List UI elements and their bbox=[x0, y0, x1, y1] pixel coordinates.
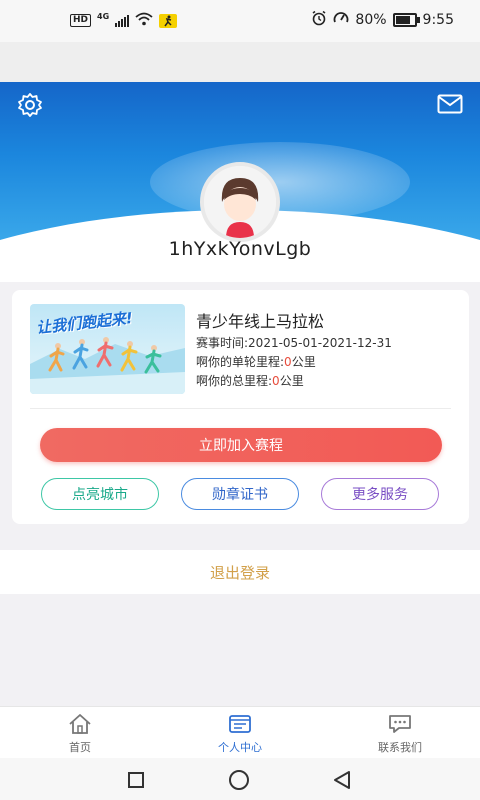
profile-card-icon bbox=[229, 715, 251, 733]
back-triangle-icon[interactable] bbox=[333, 770, 351, 794]
recent-apps-icon[interactable] bbox=[128, 772, 144, 788]
app-notification-icon bbox=[159, 13, 178, 28]
logout-button[interactable]: 退出登录 bbox=[0, 550, 480, 594]
hd-badge: HD bbox=[70, 14, 92, 27]
tab-contact[interactable]: 联系我们 bbox=[350, 713, 450, 755]
event-date: 赛事时间:2021-05-01-2021-12-31 bbox=[196, 334, 392, 351]
username: 1hYxkYonvLgb bbox=[168, 238, 312, 260]
card-divider bbox=[30, 408, 451, 409]
single-distance-label: 啊你的单轮里程: bbox=[196, 355, 285, 369]
clock-time: 9:55 bbox=[422, 12, 454, 28]
more-services-button[interactable]: 更多服务 bbox=[321, 478, 439, 510]
tab-profile-label: 个人中心 bbox=[218, 741, 262, 754]
battery-percent: 80% bbox=[355, 12, 387, 28]
home-icon bbox=[69, 714, 91, 734]
tab-contact-label: 联系我们 bbox=[378, 741, 422, 754]
event-date-value: 2021-05-01-2021-12-31 bbox=[248, 336, 392, 350]
total-distance: 啊你的总里程:0公里 bbox=[196, 372, 304, 389]
wifi-icon bbox=[135, 12, 153, 29]
total-distance-label: 啊你的总里程: bbox=[196, 374, 273, 388]
top-spacer bbox=[0, 42, 480, 82]
network-label: 4G bbox=[97, 12, 110, 21]
settings-gear-icon[interactable] bbox=[17, 92, 43, 118]
single-distance-value: 0 bbox=[284, 355, 292, 369]
speed-icon bbox=[333, 10, 349, 30]
event-card: 让我们跑起来! 青少年线上马拉松 赛事时间:2021-05-01-2021-12… bbox=[12, 290, 469, 524]
system-nav-bar bbox=[0, 758, 480, 800]
light-city-button[interactable]: 点亮城市 bbox=[41, 478, 159, 510]
bottom-tab-bar: 首页 个人中心 联系我们 bbox=[0, 706, 480, 759]
single-distance-unit: 公里 bbox=[291, 355, 316, 369]
tab-home[interactable]: 首页 bbox=[30, 713, 130, 755]
status-right: 80% 9:55 bbox=[311, 10, 454, 30]
home-circle-icon[interactable] bbox=[229, 770, 249, 790]
message-mail-icon[interactable] bbox=[437, 94, 463, 114]
total-distance-value: 0 bbox=[272, 374, 280, 388]
join-event-button[interactable]: 立即加入赛程 bbox=[40, 428, 442, 462]
avatar[interactable] bbox=[200, 162, 280, 242]
battery-icon bbox=[392, 13, 420, 27]
chat-icon bbox=[389, 715, 411, 733]
medal-certificate-button[interactable]: 勋章证书 bbox=[181, 478, 299, 510]
alarm-icon bbox=[311, 10, 327, 30]
tab-profile[interactable]: 个人中心 bbox=[190, 713, 290, 755]
status-bar: HD 4G 80% 9:55 bbox=[0, 0, 480, 42]
event-banner-image[interactable]: 让我们跑起来! bbox=[30, 304, 185, 394]
single-distance: 啊你的单轮里程:0公里 bbox=[196, 353, 316, 370]
signal-icon bbox=[115, 14, 130, 27]
profile-header: 1hYxkYonvLgb bbox=[0, 82, 480, 282]
total-distance-unit: 公里 bbox=[279, 374, 304, 388]
status-left: HD 4G bbox=[70, 12, 178, 29]
event-date-label: 赛事时间: bbox=[196, 336, 249, 350]
tab-home-label: 首页 bbox=[69, 741, 91, 754]
event-title: 青少年线上马拉松 bbox=[196, 312, 325, 331]
